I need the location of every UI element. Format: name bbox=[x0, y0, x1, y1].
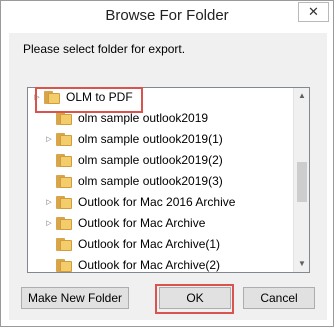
tree-row-label: olm sample outlook2019(2) bbox=[78, 153, 223, 167]
tree-row-label: olm sample outlook2019 bbox=[78, 111, 209, 125]
tree-row-label: olm sample outlook2019(3) bbox=[78, 174, 223, 188]
tree-row-label: Outlook for Mac 2016 Archive bbox=[78, 195, 236, 209]
tree-row[interactable]: ▷ OLM to PDF bbox=[28, 88, 293, 108]
folder-icon bbox=[56, 132, 72, 147]
tree-row[interactable]: Outlook for Mac Archive(2) bbox=[28, 255, 293, 272]
cancel-button[interactable]: Cancel bbox=[243, 287, 315, 309]
folder-icon bbox=[56, 153, 72, 168]
browse-for-folder-dialog: Browse For Folder ✕ Please select folder… bbox=[0, 0, 334, 327]
tree-row-label: olm sample outlook2019(1) bbox=[78, 132, 223, 146]
window-title: Browse For Folder bbox=[105, 7, 229, 24]
tree-row[interactable]: ▷ olm sample outlook2019(1) bbox=[28, 129, 293, 150]
vertical-scrollbar[interactable]: ▲ ▼ bbox=[293, 88, 309, 272]
folder-icon bbox=[56, 216, 72, 231]
tree-row[interactable]: ▷ Outlook for Mac 2016 Archive bbox=[28, 192, 293, 213]
title-bar: Browse For Folder ✕ bbox=[1, 1, 333, 33]
scrollbar-thumb[interactable] bbox=[297, 162, 307, 202]
folder-icon bbox=[56, 174, 72, 189]
tree-row[interactable]: olm sample outlook2019(3) bbox=[28, 171, 293, 192]
folder-icon bbox=[56, 258, 72, 272]
folder-icon bbox=[56, 237, 72, 252]
ok-button[interactable]: OK bbox=[159, 287, 231, 309]
tree-row-label: OLM to PDF bbox=[66, 90, 133, 104]
expand-arrow-icon[interactable]: ▷ bbox=[44, 192, 54, 213]
scroll-up-arrow-icon[interactable]: ▲ bbox=[294, 88, 309, 104]
folder-icon bbox=[44, 90, 60, 105]
close-button[interactable]: ✕ bbox=[298, 2, 329, 22]
make-new-folder-button[interactable]: Make New Folder bbox=[21, 287, 129, 309]
tree-row[interactable]: Outlook for Mac Archive(1) bbox=[28, 234, 293, 255]
expand-arrow-icon[interactable]: ▷ bbox=[44, 129, 54, 150]
tree-row-label: Outlook for Mac Archive(2) bbox=[78, 258, 221, 272]
expand-arrow-icon[interactable]: ▷ bbox=[32, 88, 42, 108]
tree-row-label: Outlook for Mac Archive bbox=[78, 216, 206, 230]
tree-row[interactable]: olm sample outlook2019 bbox=[28, 108, 293, 129]
folder-tree[interactable]: ▷ OLM to PDF olm sample outlook2019 ▷ olm sa… bbox=[27, 87, 310, 273]
tree-row-label: Outlook for Mac Archive(1) bbox=[78, 237, 221, 251]
close-icon: ✕ bbox=[308, 4, 319, 19]
dialog-prompt: Please select folder for export. bbox=[23, 42, 186, 56]
expand-arrow-icon[interactable]: ▷ bbox=[44, 213, 54, 234]
scroll-down-arrow-icon[interactable]: ▼ bbox=[294, 256, 309, 272]
folder-icon bbox=[56, 195, 72, 210]
tree-row[interactable]: ▷ Outlook for Mac Archive bbox=[28, 213, 293, 234]
folder-tree-list: ▷ OLM to PDF olm sample outlook2019 ▷ olm sa… bbox=[28, 88, 293, 272]
tree-row[interactable]: olm sample outlook2019(2) bbox=[28, 150, 293, 171]
folder-icon bbox=[56, 111, 72, 126]
